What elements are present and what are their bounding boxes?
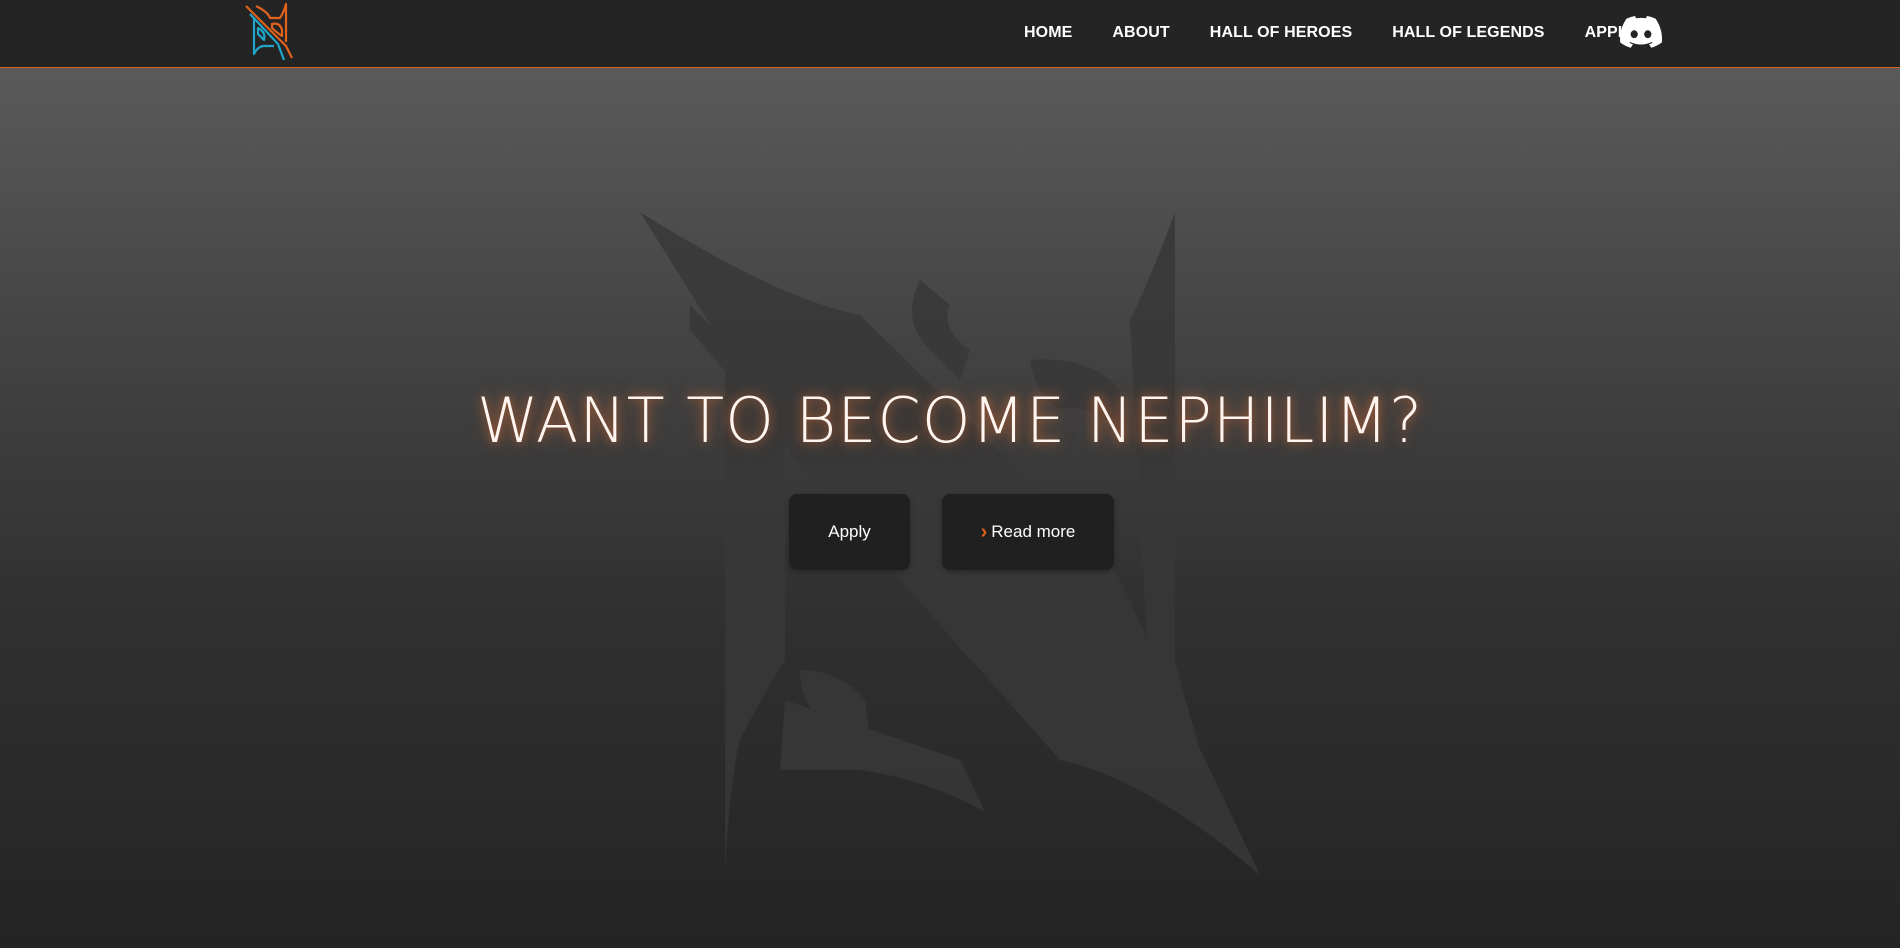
- hero-title: WANT TO BECOME NEPHILIM?: [477, 384, 1423, 457]
- read-more-button-label: Read more: [991, 522, 1076, 541]
- navbar: HOME ABOUT HALL OF HEROES HALL OF LEGEND…: [0, 0, 1900, 68]
- nav-about[interactable]: ABOUT: [1112, 24, 1169, 42]
- discord-icon[interactable]: [1620, 16, 1662, 48]
- nephilim-logo-icon[interactable]: [240, 2, 294, 62]
- hero-section: WANT TO BECOME NEPHILIM? Apply › Read mo…: [0, 68, 1900, 948]
- page: HOME ABOUT HALL OF HEROES HALL OF LEGEND…: [0, 0, 1900, 948]
- apply-button-label: Apply: [828, 522, 871, 541]
- chevron-right-icon: ›: [980, 521, 988, 543]
- apply-button[interactable]: Apply: [789, 494, 910, 570]
- nav-home[interactable]: HOME: [1024, 24, 1072, 42]
- nav-hall-of-heroes[interactable]: HALL OF HEROES: [1210, 24, 1352, 42]
- read-more-button[interactable]: › Read more: [942, 494, 1114, 570]
- main-nav: HOME ABOUT HALL OF HEROES HALL OF LEGEND…: [1010, 0, 1637, 66]
- nav-hall-of-legends[interactable]: HALL OF LEGENDS: [1392, 24, 1544, 42]
